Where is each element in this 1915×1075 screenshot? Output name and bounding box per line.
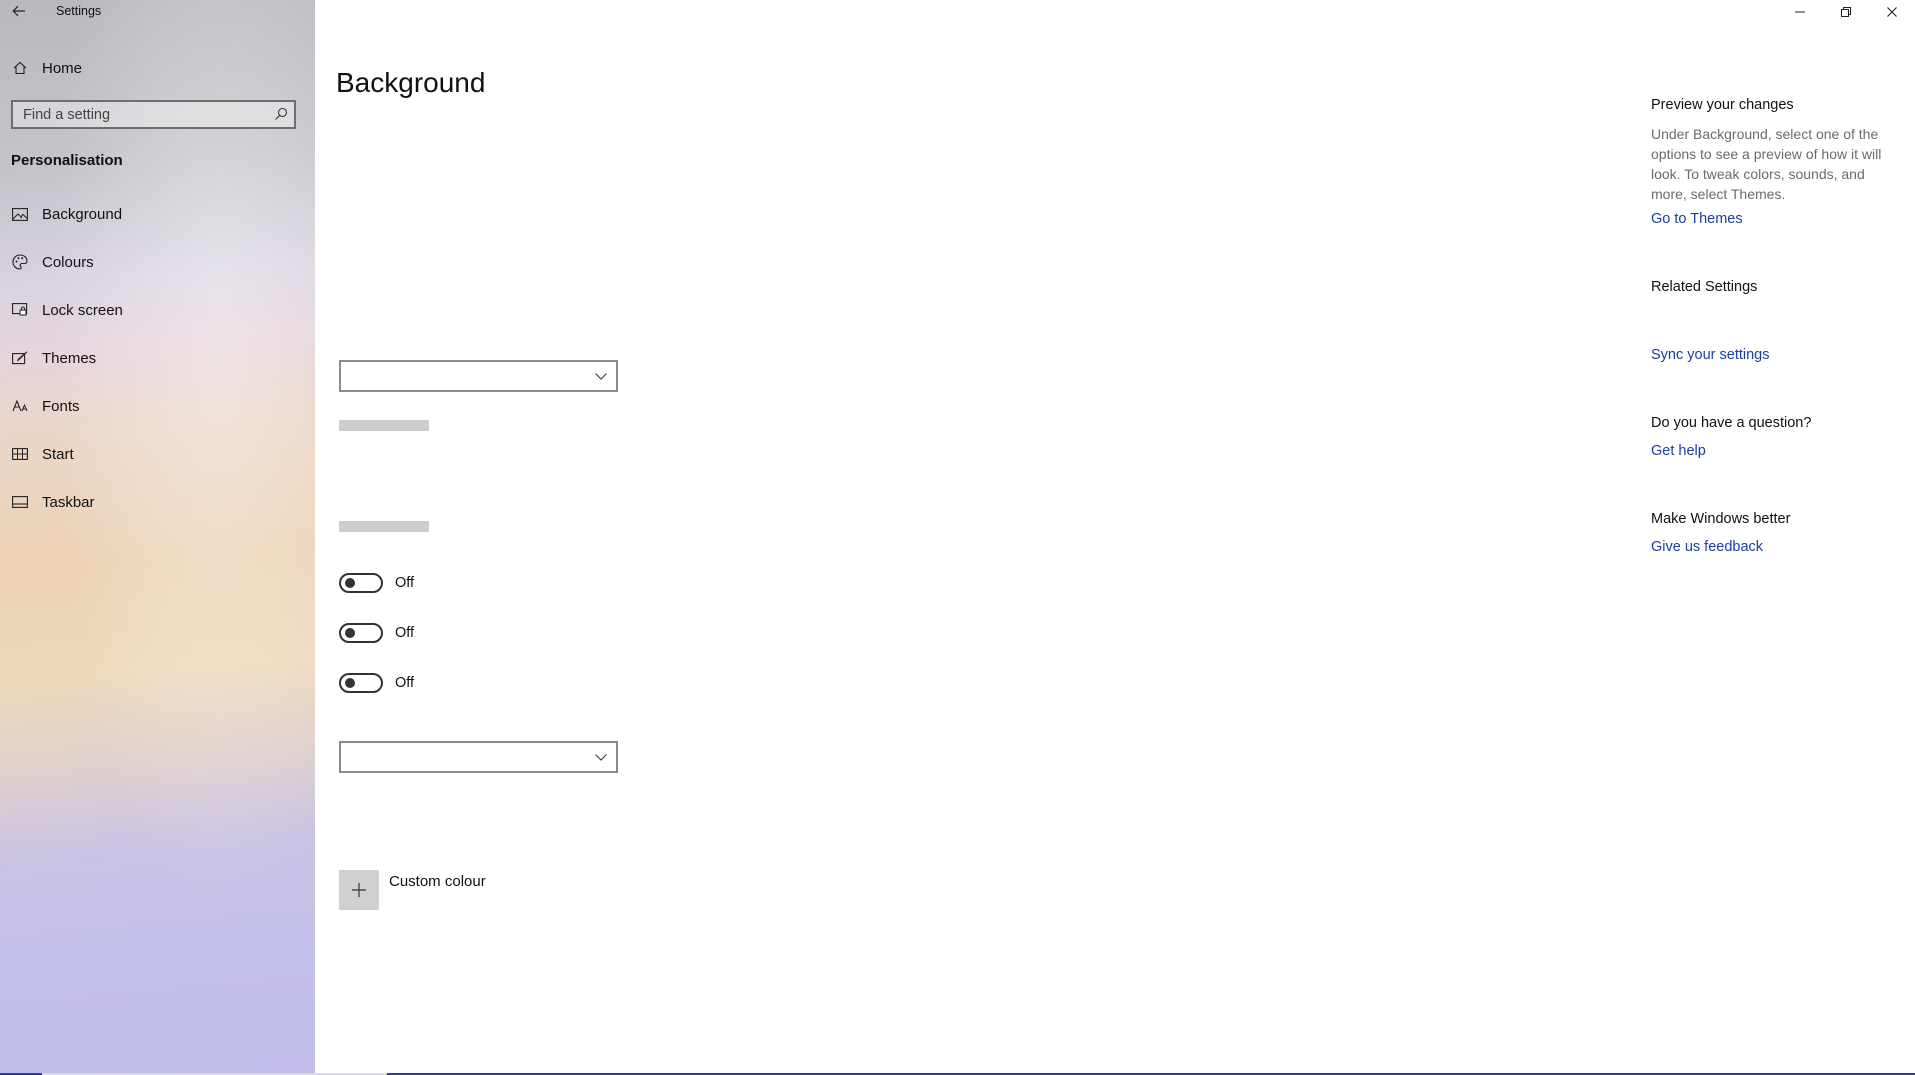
- search-box[interactable]: [11, 100, 296, 129]
- window-controls: [1777, 0, 1915, 24]
- minimize-button[interactable]: [1777, 0, 1823, 24]
- sidebar-item-start[interactable]: Start: [0, 430, 315, 478]
- lock-screen-icon: [10, 300, 30, 320]
- sync-settings-link[interactable]: Sync your settings: [1651, 347, 1769, 363]
- plus-icon[interactable]: [339, 870, 379, 910]
- sidebar-item-home[interactable]: Home: [0, 52, 315, 84]
- taskbar-icon: [10, 492, 30, 512]
- sidebar: Settings Home Personalisation Background…: [0, 0, 315, 1075]
- sidebar-item-label: Colours: [42, 253, 94, 271]
- app-title: Settings: [56, 4, 102, 18]
- feedback-heading: Make Windows better: [1651, 511, 1791, 527]
- back-arrow-icon: [12, 5, 25, 17]
- search-input[interactable]: [13, 102, 273, 127]
- sidebar-item-taskbar[interactable]: Taskbar: [0, 478, 315, 526]
- home-icon: [10, 58, 30, 78]
- font-icon: [10, 396, 30, 416]
- chevron-down-icon: [595, 754, 607, 761]
- get-help-link[interactable]: Get help: [1651, 443, 1706, 459]
- toggle-state-label: Off: [395, 625, 415, 641]
- loading-placeholder: [339, 420, 429, 431]
- question-heading: Do you have a question?: [1651, 415, 1812, 431]
- sidebar-item-label: Background: [42, 205, 123, 223]
- sidebar-item-label: Fonts: [42, 397, 80, 415]
- palette-icon: [10, 252, 30, 272]
- sidebar-item-label: Themes: [42, 349, 97, 367]
- sidebar-item-label: Start: [42, 445, 74, 463]
- close-icon: [1887, 7, 1897, 17]
- brush-icon: [10, 348, 30, 368]
- page-title: Background: [336, 66, 486, 98]
- toggle-row: Off: [339, 572, 414, 594]
- give-feedback-link[interactable]: Give us feedback: [1651, 539, 1763, 555]
- home-label: Home: [42, 59, 83, 77]
- toggle-switch[interactable]: [339, 673, 383, 693]
- custom-colour-label: Custom colour: [389, 873, 486, 890]
- toggle-row: Off: [339, 672, 414, 694]
- background-type-dropdown[interactable]: [339, 360, 618, 392]
- toggle-row: Off: [339, 622, 414, 644]
- preview-description: Under Background, select one of the opti…: [1651, 126, 1882, 202]
- chevron-down-icon: [595, 373, 607, 380]
- sidebar-item-label: Lock screen: [42, 301, 123, 319]
- loading-placeholder: [339, 521, 429, 532]
- preview-heading: Preview your changes: [1651, 97, 1794, 113]
- custom-colour-button[interactable]: Custom colour: [339, 870, 486, 910]
- nav-list: Background Colours Lock screen Themes Fo…: [0, 190, 315, 526]
- sidebar-item-background[interactable]: Background: [0, 190, 315, 238]
- section-title: Personalisation: [11, 152, 123, 169]
- related-settings-heading: Related Settings: [1651, 279, 1758, 295]
- sidebar-item-label: Taskbar: [42, 493, 95, 511]
- fit-dropdown[interactable]: [339, 741, 618, 773]
- start-icon: [10, 444, 30, 464]
- sidebar-item-lock-screen[interactable]: Lock screen: [0, 286, 315, 334]
- restore-button[interactable]: [1823, 0, 1869, 24]
- sidebar-item-fonts[interactable]: Fonts: [0, 382, 315, 430]
- toggle-state-label: Off: [395, 675, 415, 691]
- toggle-state-label: Off: [395, 575, 415, 591]
- sidebar-item-themes[interactable]: Themes: [0, 334, 315, 382]
- close-button[interactable]: [1869, 0, 1915, 24]
- title-bar: Settings: [0, 0, 315, 24]
- search-icon[interactable]: [274, 107, 288, 121]
- picture-icon: [10, 204, 30, 224]
- toggle-switch[interactable]: [339, 573, 383, 593]
- go-to-themes-link[interactable]: Go to Themes: [1651, 211, 1743, 227]
- minimize-icon: [1795, 11, 1805, 13]
- toggle-switch[interactable]: [339, 623, 383, 643]
- sidebar-item-colours[interactable]: Colours: [0, 238, 315, 286]
- back-button[interactable]: [6, 0, 32, 22]
- restore-icon: [1841, 7, 1851, 17]
